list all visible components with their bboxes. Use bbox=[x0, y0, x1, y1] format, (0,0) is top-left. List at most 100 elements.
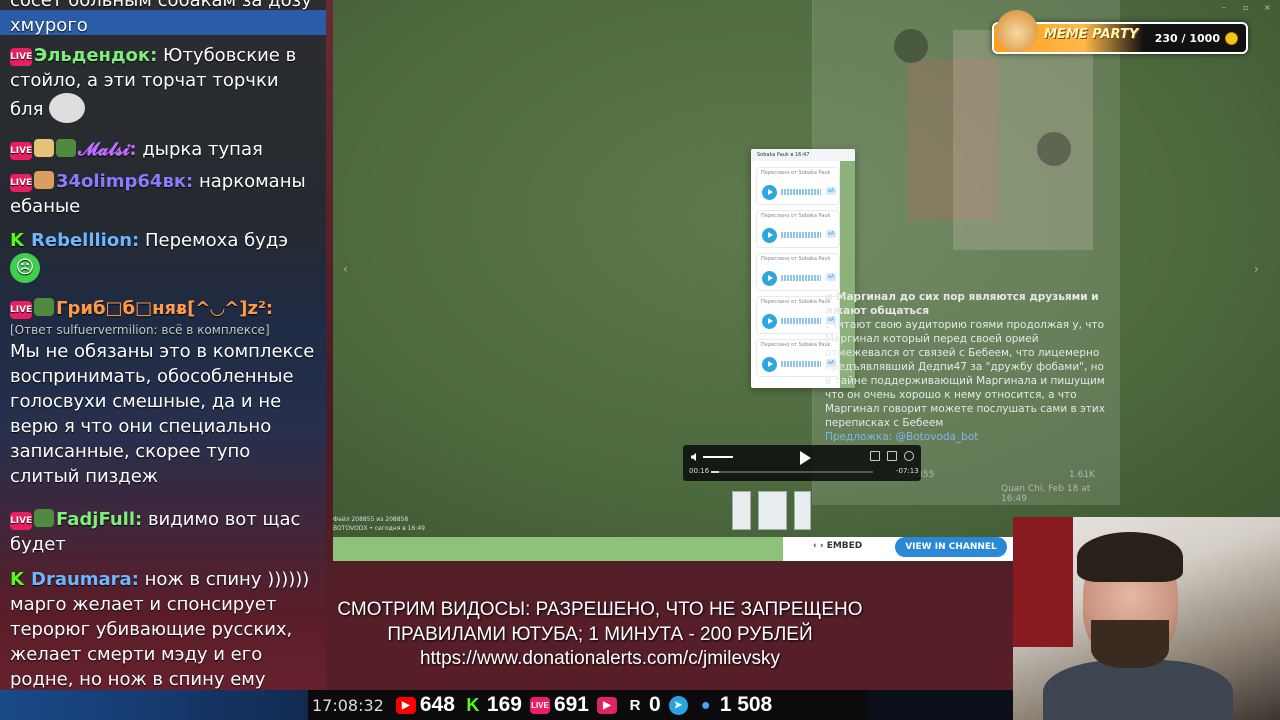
chat-username[interactable]: Rebelllion: bbox=[31, 230, 139, 251]
kick-icon: K bbox=[10, 230, 24, 251]
caption-line: ПРАВИЛАМИ ЮТУБА; 1 МИНУТА - 200 РУБЛЕЙ bbox=[387, 623, 813, 645]
prev-arrow-icon[interactable]: ‹ bbox=[343, 262, 348, 276]
video-controls[interactable]: 00:16 -07:13 bbox=[683, 445, 921, 481]
kick-stat: K 169 bbox=[463, 693, 522, 717]
chat-message: LIVE Гриб□б□няᴃ[^◡^]z²: [Ответ sulfuerver… bbox=[10, 296, 316, 489]
vk-live-icon: LIVE bbox=[10, 512, 32, 530]
next-arrow-icon[interactable]: › bbox=[1254, 262, 1259, 276]
chat-message-text: сосет больным собакам за дозу хмурого bbox=[10, 0, 312, 36]
play-button[interactable] bbox=[798, 451, 812, 465]
post-title: и Маргинал до сих пор являются друзьями … bbox=[825, 291, 1099, 317]
current-time: 00:16 bbox=[689, 467, 710, 475]
webcam-feed bbox=[1013, 517, 1280, 720]
play-icon bbox=[762, 228, 777, 243]
total-viewers-stat: ● 1 508 bbox=[696, 693, 773, 717]
thumbnail[interactable] bbox=[758, 491, 787, 530]
pepe-emote-icon bbox=[34, 298, 54, 316]
chat-username[interactable]: 𝓜𝓪𝓵𝓼𝓲: bbox=[78, 139, 137, 160]
file-info: Файл 208855 из 208858 BOTOVODX • сегодня… bbox=[333, 515, 425, 533]
pepe-emote-icon bbox=[56, 139, 76, 157]
chat-message: K Rebelllion: Перемоха будэ ☹ bbox=[10, 228, 316, 283]
play-icon bbox=[762, 271, 777, 286]
chat-message: LIVE 𝓜𝓪𝓵𝓼𝓲: дырка тупая bbox=[10, 137, 316, 162]
kick-viewers: 169 bbox=[486, 693, 522, 716]
thumbnail[interactable] bbox=[732, 491, 751, 530]
caption-line: СМОТРИМ ВИДОСЫ: РАЗРЕШЕНО, ЧТО НЕ ЗАПРЕЩ… bbox=[337, 599, 863, 620]
chat-panel: сосет больным собакам за дозу хмурого LI… bbox=[0, 0, 326, 720]
joker-emote-icon bbox=[49, 93, 86, 123]
clock: 17:08:32 bbox=[312, 695, 384, 715]
r-viewers: 0 bbox=[649, 693, 661, 716]
vk-live-icon: LIVE bbox=[10, 174, 32, 192]
volume-slider[interactable] bbox=[703, 456, 733, 458]
vk-live-viewers: 691 bbox=[553, 693, 589, 716]
waveform bbox=[781, 361, 821, 367]
volume-icon[interactable] bbox=[690, 452, 700, 462]
vk-live-icon: LIVE bbox=[10, 48, 32, 66]
meme-party-widget: MEME PARTY 230 / 1000 bbox=[992, 10, 1248, 54]
grid-icon[interactable] bbox=[1037, 132, 1071, 166]
code-icon: ‹ › bbox=[813, 541, 827, 551]
embed-bar: ‹ › EMBED VIEW IN CHANNEL bbox=[783, 537, 1013, 561]
remaining-time: -07:13 bbox=[896, 467, 919, 475]
vk-live-stat: LIVE 691 bbox=[529, 693, 589, 717]
progress-bar[interactable] bbox=[711, 471, 873, 473]
channel-post: и Маргинал до сих пор являются друзьями … bbox=[825, 290, 1105, 444]
youtube-stat: ▶ 648 bbox=[395, 693, 455, 717]
chat-username[interactable]: 34olimp64вк: bbox=[56, 171, 193, 192]
fullscreen-icon[interactable] bbox=[870, 451, 880, 461]
chat-message: LIVE 34olimp64вк: наркоманы ебаные bbox=[10, 169, 316, 219]
embed-bar-backdrop bbox=[333, 537, 783, 561]
food-emote-icon bbox=[34, 171, 54, 189]
chat-username[interactable]: Гриб□б□няᴃ[^◡^]z²: bbox=[56, 298, 273, 319]
donation-caption: СМОТРИМ ВИДОСЫ: РАЗРЕШЕНО, ЧТО НЕ ЗАПРЕЩ… bbox=[300, 598, 900, 672]
stats-bar: 17:08:32 ▶ 648 K 169 LIVE 691 ▶ R 0 ➤ ● … bbox=[0, 690, 1013, 720]
chat-reply-note: [Ответ sulfuervermilion: всё в комплексе… bbox=[10, 323, 270, 337]
vk-live-icon: LIVE bbox=[10, 301, 32, 319]
waveform bbox=[781, 189, 821, 195]
maximize-icon[interactable]: ▫ bbox=[1243, 3, 1248, 12]
donation-link[interactable]: https://www.donationalerts.com/c/jmilevs… bbox=[300, 647, 900, 672]
chat-message-text: Мы не обязаны это в комплексе воспринима… bbox=[10, 341, 315, 487]
file-counter: Файл 208855 из 208858 bbox=[333, 516, 409, 523]
play-badge-icon: ▶ bbox=[597, 696, 617, 714]
chat-username[interactable]: Эльдендок: bbox=[34, 45, 157, 66]
chat-message: LIVE FadjFull: видимо вот щас будет bbox=[10, 507, 316, 557]
doge-icon bbox=[996, 10, 1038, 52]
meme-party-title: MEME PARTY bbox=[1044, 27, 1139, 42]
beer-emote-icon bbox=[34, 139, 54, 157]
play-icon bbox=[762, 357, 777, 372]
voice-message: Переслано от Sobaka Pauk аА bbox=[756, 253, 840, 291]
thumbnail[interactable] bbox=[794, 491, 811, 530]
pepe-emote-icon bbox=[34, 509, 54, 527]
chat-username[interactable]: FadjFull: bbox=[56, 509, 142, 530]
pip-icon[interactable] bbox=[887, 451, 897, 461]
close-icon[interactable]: × bbox=[1264, 3, 1271, 12]
embed-button[interactable]: ‹ › EMBED bbox=[813, 541, 862, 551]
play-icon bbox=[762, 314, 777, 329]
vk-live-icon: LIVE bbox=[10, 142, 32, 160]
file-source: BOTOVODX • сегодня в 16:49 bbox=[333, 525, 425, 532]
kick-icon: K bbox=[10, 569, 24, 590]
chat-message-text: Перемоха будэ bbox=[144, 230, 289, 251]
voice-message: Переслано от Sobaka Pauk аА bbox=[756, 210, 840, 248]
total-viewers: 1 508 bbox=[719, 693, 773, 716]
r-icon: R bbox=[629, 696, 641, 714]
progress-fill bbox=[711, 471, 720, 473]
youtube-icon: ▶ bbox=[395, 696, 416, 714]
vk-live-icon: LIVE bbox=[529, 696, 550, 714]
waveform bbox=[781, 232, 821, 238]
pause-icon bbox=[762, 185, 777, 200]
grid-icon[interactable] bbox=[894, 29, 928, 63]
settings-gear-icon[interactable] bbox=[904, 451, 914, 461]
post-preview-link[interactable]: Предложка: @Botovoda_bot bbox=[825, 431, 978, 443]
kick-icon: K bbox=[466, 694, 480, 715]
user-icon: ● bbox=[700, 696, 711, 714]
view-in-channel-button[interactable]: VIEW IN CHANNEL bbox=[895, 537, 1007, 557]
stats-counters: 17:08:32 ▶ 648 K 169 LIVE 691 ▶ R 0 ➤ ● … bbox=[308, 690, 868, 720]
rutube-stat: ▶ bbox=[597, 696, 617, 714]
minimize-icon[interactable]: – bbox=[1222, 3, 1226, 12]
waveform bbox=[781, 275, 821, 281]
voice-message: Переслано от Sobaka Pauk аА bbox=[756, 167, 840, 205]
chat-username[interactable]: Draumara: bbox=[31, 569, 139, 590]
